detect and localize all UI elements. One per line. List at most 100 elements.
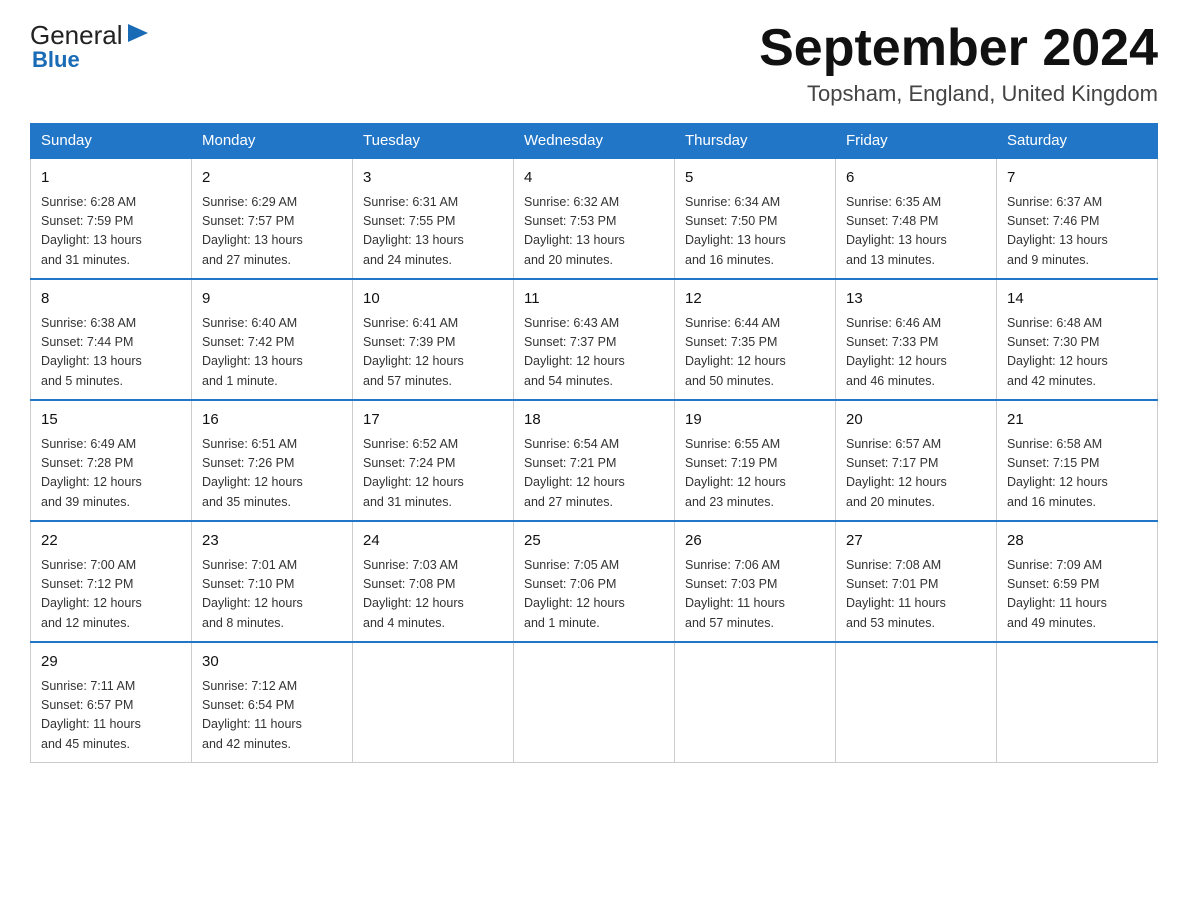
calendar-cell: 21Sunrise: 6:58 AM Sunset: 7:15 PM Dayli… — [997, 400, 1158, 521]
day-number: 26 — [685, 530, 825, 553]
weekday-header-row: SundayMondayTuesdayWednesdayThursdayFrid… — [31, 124, 1158, 159]
calendar-cell: 1 Sunrise: 6:28 AM Sunset: 7:59 PM Daylig… — [31, 158, 192, 279]
day-info: Sunrise: 6:44 AM Sunset: 7:35 PM Dayligh… — [685, 314, 825, 392]
day-number: 5 — [685, 167, 825, 190]
day-info: Sunrise: 6:29 AM Sunset: 7:57 PM Dayligh… — [202, 193, 342, 271]
day-number: 17 — [363, 409, 503, 432]
calendar-cell: 27 Sunrise: 7:08 AM Sunset: 7:01 PM Dayli… — [836, 521, 997, 642]
calendar-week-row: 29 Sunrise: 7:11 AM Sunset: 6:57 PM Dayli… — [31, 642, 1158, 763]
day-number: 27 — [846, 530, 986, 553]
logo-blue-text: Blue — [32, 47, 80, 73]
location-subtitle: Topsham, England, United Kingdom — [759, 81, 1158, 107]
day-number: 29 — [41, 651, 181, 674]
calendar-cell: 17 Sunrise: 6:52 AM Sunset: 7:24 PM Dayli… — [353, 400, 514, 521]
day-number: 12 — [685, 288, 825, 311]
calendar-cell: 11 Sunrise: 6:43 AM Sunset: 7:37 PM Dayli… — [514, 279, 675, 400]
day-info: Sunrise: 6:40 AM Sunset: 7:42 PM Dayligh… — [202, 314, 342, 392]
day-number: 22 — [41, 530, 181, 553]
day-number: 2 — [202, 167, 342, 190]
calendar-week-row: 1 Sunrise: 6:28 AM Sunset: 7:59 PM Daylig… — [31, 158, 1158, 279]
calendar-cell: 16Sunrise: 6:51 AM Sunset: 7:26 PM Dayli… — [192, 400, 353, 521]
calendar-cell — [675, 642, 836, 763]
day-number: 14 — [1007, 288, 1147, 311]
day-number: 1 — [41, 167, 181, 190]
calendar-cell: 28Sunrise: 7:09 AM Sunset: 6:59 PM Dayli… — [997, 521, 1158, 642]
calendar-week-row: 8 Sunrise: 6:38 AM Sunset: 7:44 PM Daylig… — [31, 279, 1158, 400]
calendar-cell: 12 Sunrise: 6:44 AM Sunset: 7:35 PM Dayli… — [675, 279, 836, 400]
day-info: Sunrise: 7:00 AM Sunset: 7:12 PM Dayligh… — [41, 556, 181, 634]
calendar-cell: 15 Sunrise: 6:49 AM Sunset: 7:28 PM Dayli… — [31, 400, 192, 521]
calendar-cell: 19Sunrise: 6:55 AM Sunset: 7:19 PM Dayli… — [675, 400, 836, 521]
day-number: 15 — [41, 409, 181, 432]
day-info: Sunrise: 7:06 AM Sunset: 7:03 PM Dayligh… — [685, 556, 825, 634]
day-info: Sunrise: 6:32 AM Sunset: 7:53 PM Dayligh… — [524, 193, 664, 271]
weekday-header-tuesday: Tuesday — [353, 124, 514, 159]
calendar-cell: 13Sunrise: 6:46 AM Sunset: 7:33 PM Dayli… — [836, 279, 997, 400]
day-number: 7 — [1007, 167, 1147, 190]
calendar-week-row: 22 Sunrise: 7:00 AM Sunset: 7:12 PM Dayli… — [31, 521, 1158, 642]
day-info: Sunrise: 6:38 AM Sunset: 7:44 PM Dayligh… — [41, 314, 181, 392]
calendar-cell: 29 Sunrise: 7:11 AM Sunset: 6:57 PM Dayli… — [31, 642, 192, 763]
day-number: 16 — [202, 409, 342, 432]
day-info: Sunrise: 6:41 AM Sunset: 7:39 PM Dayligh… — [363, 314, 503, 392]
calendar-week-row: 15 Sunrise: 6:49 AM Sunset: 7:28 PM Dayli… — [31, 400, 1158, 521]
weekday-header-thursday: Thursday — [675, 124, 836, 159]
calendar-cell: 8 Sunrise: 6:38 AM Sunset: 7:44 PM Daylig… — [31, 279, 192, 400]
calendar-cell: 6Sunrise: 6:35 AM Sunset: 7:48 PM Daylig… — [836, 158, 997, 279]
day-info: Sunrise: 6:54 AM Sunset: 7:21 PM Dayligh… — [524, 435, 664, 513]
day-number: 21 — [1007, 409, 1147, 432]
header: General Blue September 2024 Topsham, Eng… — [30, 20, 1158, 107]
day-info: Sunrise: 6:49 AM Sunset: 7:28 PM Dayligh… — [41, 435, 181, 513]
day-info: Sunrise: 7:12 AM Sunset: 6:54 PM Dayligh… — [202, 677, 342, 755]
day-info: Sunrise: 6:37 AM Sunset: 7:46 PM Dayligh… — [1007, 193, 1147, 271]
day-number: 8 — [41, 288, 181, 311]
day-info: Sunrise: 7:08 AM Sunset: 7:01 PM Dayligh… — [846, 556, 986, 634]
logo-area: General Blue — [30, 20, 154, 73]
day-number: 30 — [202, 651, 342, 674]
day-info: Sunrise: 7:09 AM Sunset: 6:59 PM Dayligh… — [1007, 556, 1147, 634]
day-number: 23 — [202, 530, 342, 553]
day-number: 13 — [846, 288, 986, 311]
calendar-cell — [836, 642, 997, 763]
day-number: 10 — [363, 288, 503, 311]
title-area: September 2024 Topsham, England, United … — [759, 20, 1158, 107]
logo-flag-icon — [126, 22, 154, 44]
calendar-table: SundayMondayTuesdayWednesdayThursdayFrid… — [30, 123, 1158, 763]
day-info: Sunrise: 7:05 AM Sunset: 7:06 PM Dayligh… — [524, 556, 664, 634]
calendar-cell: 26 Sunrise: 7:06 AM Sunset: 7:03 PM Dayli… — [675, 521, 836, 642]
day-info: Sunrise: 6:57 AM Sunset: 7:17 PM Dayligh… — [846, 435, 986, 513]
calendar-cell: 23Sunrise: 7:01 AM Sunset: 7:10 PM Dayli… — [192, 521, 353, 642]
calendar-cell — [353, 642, 514, 763]
day-info: Sunrise: 7:11 AM Sunset: 6:57 PM Dayligh… — [41, 677, 181, 755]
calendar-cell: 14 Sunrise: 6:48 AM Sunset: 7:30 PM Dayli… — [997, 279, 1158, 400]
day-number: 9 — [202, 288, 342, 311]
calendar-cell: 25 Sunrise: 7:05 AM Sunset: 7:06 PM Dayli… — [514, 521, 675, 642]
calendar-cell: 7 Sunrise: 6:37 AM Sunset: 7:46 PM Daylig… — [997, 158, 1158, 279]
calendar-cell: 10 Sunrise: 6:41 AM Sunset: 7:39 PM Dayli… — [353, 279, 514, 400]
calendar-cell: 5Sunrise: 6:34 AM Sunset: 7:50 PM Daylig… — [675, 158, 836, 279]
day-number: 25 — [524, 530, 664, 553]
day-number: 20 — [846, 409, 986, 432]
calendar-cell: 4Sunrise: 6:32 AM Sunset: 7:53 PM Daylig… — [514, 158, 675, 279]
day-info: Sunrise: 6:52 AM Sunset: 7:24 PM Dayligh… — [363, 435, 503, 513]
day-info: Sunrise: 6:48 AM Sunset: 7:30 PM Dayligh… — [1007, 314, 1147, 392]
calendar-cell: 3Sunrise: 6:31 AM Sunset: 7:55 PM Daylig… — [353, 158, 514, 279]
month-title: September 2024 — [759, 20, 1158, 77]
day-info: Sunrise: 6:31 AM Sunset: 7:55 PM Dayligh… — [363, 193, 503, 271]
weekday-header-monday: Monday — [192, 124, 353, 159]
day-info: Sunrise: 6:35 AM Sunset: 7:48 PM Dayligh… — [846, 193, 986, 271]
weekday-header-wednesday: Wednesday — [514, 124, 675, 159]
calendar-cell: 24Sunrise: 7:03 AM Sunset: 7:08 PM Dayli… — [353, 521, 514, 642]
weekday-header-friday: Friday — [836, 124, 997, 159]
day-info: Sunrise: 6:28 AM Sunset: 7:59 PM Dayligh… — [41, 193, 181, 271]
calendar-cell: 18 Sunrise: 6:54 AM Sunset: 7:21 PM Dayli… — [514, 400, 675, 521]
weekday-header-sunday: Sunday — [31, 124, 192, 159]
day-number: 18 — [524, 409, 664, 432]
calendar-cell — [514, 642, 675, 763]
calendar-cell: 30 Sunrise: 7:12 AM Sunset: 6:54 PM Dayli… — [192, 642, 353, 763]
day-number: 11 — [524, 288, 664, 311]
calendar-cell: 22 Sunrise: 7:00 AM Sunset: 7:12 PM Dayli… — [31, 521, 192, 642]
day-number: 19 — [685, 409, 825, 432]
day-info: Sunrise: 6:43 AM Sunset: 7:37 PM Dayligh… — [524, 314, 664, 392]
weekday-header-saturday: Saturday — [997, 124, 1158, 159]
